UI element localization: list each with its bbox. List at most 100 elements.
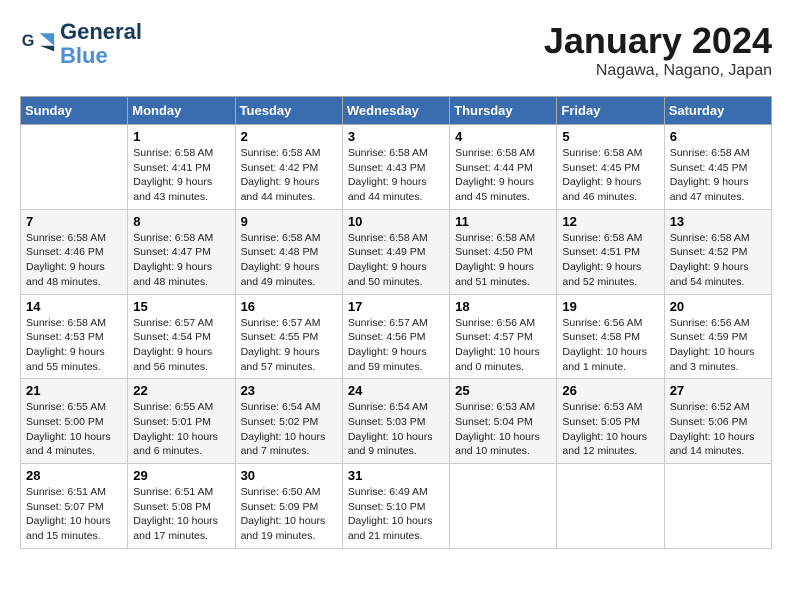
day-detail: Sunrise: 6:49 AM Sunset: 5:10 PM Dayligh… (348, 485, 444, 544)
day-number: 24 (348, 383, 444, 398)
day-detail: Sunrise: 6:56 AM Sunset: 4:58 PM Dayligh… (562, 316, 658, 375)
day-header-tuesday: Tuesday (235, 97, 342, 125)
calendar-week-1: 1 Sunrise: 6:58 AM Sunset: 4:41 PM Daylig… (21, 125, 772, 210)
calendar-cell: 8Sunrise: 6:58 AM Sunset: 4:47 PM Daylig… (128, 209, 235, 294)
day-number: 30 (241, 468, 337, 483)
day-number: 25 (455, 383, 551, 398)
day-detail: Sunrise: 6:58 AM Sunset: 4:50 PM Dayligh… (455, 231, 551, 290)
calendar-cell: 20 Sunrise: 6:56 AM Sunset: 4:59 PM Dayli… (664, 294, 771, 379)
day-detail: Sunrise: 6:58 AM Sunset: 4:52 PM Dayligh… (670, 231, 766, 290)
day-number: 10 (348, 214, 444, 229)
svg-text:G: G (22, 32, 35, 50)
day-detail: Sunrise: 6:56 AM Sunset: 4:59 PM Dayligh… (670, 316, 766, 375)
day-detail: Sunrise: 6:51 AM Sunset: 5:07 PM Dayligh… (26, 485, 122, 544)
day-number: 9 (241, 214, 337, 229)
day-detail: Sunrise: 6:58 AM Sunset: 4:42 PM Dayligh… (241, 146, 337, 205)
calendar-week-3: 14 Sunrise: 6:58 AM Sunset: 4:53 PM Dayli… (21, 294, 772, 379)
day-header-wednesday: Wednesday (342, 97, 449, 125)
calendar-week-5: 28 Sunrise: 6:51 AM Sunset: 5:07 PM Dayli… (21, 464, 772, 549)
calendar-cell (450, 464, 557, 549)
calendar-cell: 31 Sunrise: 6:49 AM Sunset: 5:10 PM Dayli… (342, 464, 449, 549)
calendar-cell: 10 Sunrise: 6:58 AM Sunset: 4:49 PM Dayli… (342, 209, 449, 294)
calendar-cell: 29Sunrise: 6:51 AM Sunset: 5:08 PM Dayli… (128, 464, 235, 549)
calendar-cell: 3Sunrise: 6:58 AM Sunset: 4:43 PM Daylig… (342, 125, 449, 210)
day-header-thursday: Thursday (450, 97, 557, 125)
day-number: 7 (26, 214, 122, 229)
calendar-cell: 22 Sunrise: 6:55 AM Sunset: 5:01 PM Dayli… (128, 379, 235, 464)
day-number: 18 (455, 299, 551, 314)
day-number: 16 (241, 299, 337, 314)
calendar-cell: 26 Sunrise: 6:53 AM Sunset: 5:05 PM Dayli… (557, 379, 664, 464)
day-number: 3 (348, 129, 444, 144)
day-header-monday: Monday (128, 97, 235, 125)
calendar-cell: 30 Sunrise: 6:50 AM Sunset: 5:09 PM Dayli… (235, 464, 342, 549)
day-detail: Sunrise: 6:58 AM Sunset: 4:44 PM Dayligh… (455, 146, 551, 205)
day-number: 26 (562, 383, 658, 398)
day-number: 15 (133, 299, 229, 314)
day-detail: Sunrise: 6:58 AM Sunset: 4:49 PM Dayligh… (348, 231, 444, 290)
calendar-cell: 21Sunrise: 6:55 AM Sunset: 5:00 PM Dayli… (21, 379, 128, 464)
day-number: 23 (241, 383, 337, 398)
day-number: 11 (455, 214, 551, 229)
day-detail: Sunrise: 6:57 AM Sunset: 4:56 PM Dayligh… (348, 316, 444, 375)
calendar-cell: 4Sunrise: 6:58 AM Sunset: 4:44 PM Daylig… (450, 125, 557, 210)
day-detail: Sunrise: 6:55 AM Sunset: 5:00 PM Dayligh… (26, 400, 122, 459)
day-number: 5 (562, 129, 658, 144)
day-number: 2 (241, 129, 337, 144)
day-number: 17 (348, 299, 444, 314)
day-detail: Sunrise: 6:56 AM Sunset: 4:57 PM Dayligh… (455, 316, 551, 375)
day-detail: Sunrise: 6:52 AM Sunset: 5:06 PM Dayligh… (670, 400, 766, 459)
day-detail: Sunrise: 6:54 AM Sunset: 5:03 PM Dayligh… (348, 400, 444, 459)
day-detail: Sunrise: 6:55 AM Sunset: 5:01 PM Dayligh… (133, 400, 229, 459)
day-detail: Sunrise: 6:53 AM Sunset: 5:05 PM Dayligh… (562, 400, 658, 459)
day-number: 14 (26, 299, 122, 314)
day-number: 8 (133, 214, 229, 229)
day-number: 6 (670, 129, 766, 144)
calendar-cell: 23Sunrise: 6:54 AM Sunset: 5:02 PM Dayli… (235, 379, 342, 464)
calendar-header-row: SundayMondayTuesdayWednesdayThursdayFrid… (21, 97, 772, 125)
day-header-sunday: Sunday (21, 97, 128, 125)
day-detail: Sunrise: 6:51 AM Sunset: 5:08 PM Dayligh… (133, 485, 229, 544)
calendar-cell: 7Sunrise: 6:58 AM Sunset: 4:46 PM Daylig… (21, 209, 128, 294)
day-number: 1 (133, 129, 229, 144)
day-header-friday: Friday (557, 97, 664, 125)
calendar-week-4: 21Sunrise: 6:55 AM Sunset: 5:00 PM Dayli… (21, 379, 772, 464)
day-header-saturday: Saturday (664, 97, 771, 125)
day-detail: Sunrise: 6:58 AM Sunset: 4:41 PM Dayligh… (133, 146, 229, 205)
calendar-cell: 13 Sunrise: 6:58 AM Sunset: 4:52 PM Dayli… (664, 209, 771, 294)
calendar-cell: 9 Sunrise: 6:58 AM Sunset: 4:48 PM Daylig… (235, 209, 342, 294)
calendar-cell: 19 Sunrise: 6:56 AM Sunset: 4:58 PM Dayli… (557, 294, 664, 379)
calendar-cell: 1 Sunrise: 6:58 AM Sunset: 4:41 PM Daylig… (128, 125, 235, 210)
location: Nagawa, Nagano, Japan (544, 62, 772, 80)
day-number: 31 (348, 468, 444, 483)
day-detail: Sunrise: 6:58 AM Sunset: 4:51 PM Dayligh… (562, 231, 658, 290)
day-number: 13 (670, 214, 766, 229)
calendar-cell (21, 125, 128, 210)
calendar-cell (664, 464, 771, 549)
day-number: 28 (26, 468, 122, 483)
day-detail: Sunrise: 6:58 AM Sunset: 4:53 PM Dayligh… (26, 316, 122, 375)
calendar-cell: 11 Sunrise: 6:58 AM Sunset: 4:50 PM Dayli… (450, 209, 557, 294)
calendar-week-2: 7Sunrise: 6:58 AM Sunset: 4:46 PM Daylig… (21, 209, 772, 294)
month-title: January 2024 (544, 20, 772, 62)
calendar-cell: 25 Sunrise: 6:53 AM Sunset: 5:04 PM Dayli… (450, 379, 557, 464)
day-detail: Sunrise: 6:58 AM Sunset: 4:45 PM Dayligh… (562, 146, 658, 205)
calendar-cell: 18 Sunrise: 6:56 AM Sunset: 4:57 PM Dayli… (450, 294, 557, 379)
calendar-cell: 14 Sunrise: 6:58 AM Sunset: 4:53 PM Dayli… (21, 294, 128, 379)
day-number: 20 (670, 299, 766, 314)
day-number: 22 (133, 383, 229, 398)
day-detail: Sunrise: 6:57 AM Sunset: 4:54 PM Dayligh… (133, 316, 229, 375)
page-header: G GeneralBlue January 2024 Nagawa, Nagan… (20, 20, 772, 80)
logo-icon: G (20, 26, 56, 62)
day-detail: Sunrise: 6:53 AM Sunset: 5:04 PM Dayligh… (455, 400, 551, 459)
day-detail: Sunrise: 6:50 AM Sunset: 5:09 PM Dayligh… (241, 485, 337, 544)
day-number: 12 (562, 214, 658, 229)
day-detail: Sunrise: 6:58 AM Sunset: 4:48 PM Dayligh… (241, 231, 337, 290)
day-number: 27 (670, 383, 766, 398)
calendar-cell: 24 Sunrise: 6:54 AM Sunset: 5:03 PM Dayli… (342, 379, 449, 464)
logo-text: GeneralBlue (60, 20, 142, 68)
calendar-cell: 5 Sunrise: 6:58 AM Sunset: 4:45 PM Daylig… (557, 125, 664, 210)
calendar-cell: 2 Sunrise: 6:58 AM Sunset: 4:42 PM Daylig… (235, 125, 342, 210)
day-number: 19 (562, 299, 658, 314)
calendar-cell: 6Sunrise: 6:58 AM Sunset: 4:45 PM Daylig… (664, 125, 771, 210)
